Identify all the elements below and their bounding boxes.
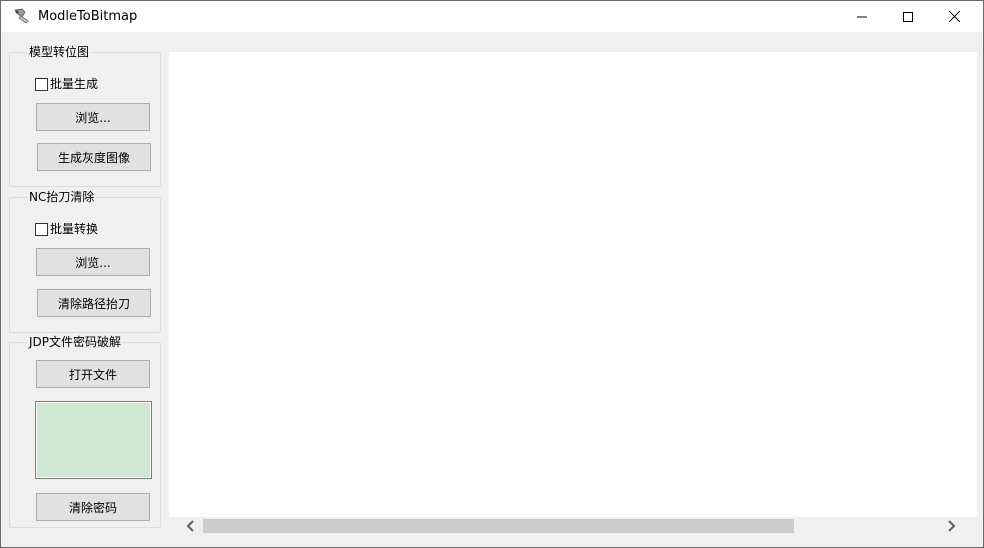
checkbox-label: 批量生成 xyxy=(50,77,99,91)
checkbox-box[interactable] xyxy=(35,222,48,236)
scroll-thumb[interactable] xyxy=(203,519,794,533)
clear-path-lift-button[interactable]: 清除路径抬刀 xyxy=(37,289,151,317)
app-icon xyxy=(13,8,31,24)
batch-generate-checkbox[interactable]: 批量生成 xyxy=(35,76,98,92)
scroll-left-button[interactable] xyxy=(181,517,199,535)
title-bar[interactable]: ModleToBitmap xyxy=(1,1,983,32)
minimize-button[interactable] xyxy=(839,1,885,32)
generate-grayscale-button[interactable]: 生成灰度图像 xyxy=(37,143,151,171)
close-button[interactable] xyxy=(931,1,977,32)
batch-convert-checkbox[interactable]: 批量转换 xyxy=(35,221,98,237)
clear-password-button[interactable]: 清除密码 xyxy=(36,493,150,521)
horizontal-scrollbar[interactable] xyxy=(169,517,977,535)
maximize-button[interactable] xyxy=(885,1,931,32)
checkbox-label: 批量转换 xyxy=(50,222,99,236)
nc-cleanup-group: NC抬刀清除 批量转换 浏览... 清除路径抬刀 xyxy=(9,189,161,333)
group-title: NC抬刀清除 xyxy=(27,189,97,205)
group-title: JDP文件密码破解 xyxy=(27,334,124,350)
scroll-right-button[interactable] xyxy=(943,517,961,535)
group-title: 模型转位图 xyxy=(27,44,92,60)
window-title: ModleToBitmap xyxy=(38,9,138,24)
app-window: ModleToBitmap 模型转位图 批量生成 浏览... 生成灰度图像 NC… xyxy=(0,0,984,548)
chevron-right-icon xyxy=(948,520,956,532)
jdp-crack-group: JDP文件密码破解 打开文件 清除密码 xyxy=(9,334,161,528)
password-output-box[interactable] xyxy=(35,401,152,479)
browse-button[interactable]: 浏览... xyxy=(36,248,150,276)
preview-canvas[interactable] xyxy=(169,52,977,519)
client-area: 模型转位图 批量生成 浏览... 生成灰度图像 NC抬刀清除 批量转换 浏览..… xyxy=(1,32,983,547)
browse-button[interactable]: 浏览... xyxy=(36,103,150,131)
checkbox-box[interactable] xyxy=(35,77,48,91)
chevron-left-icon xyxy=(186,520,194,532)
maximize-icon xyxy=(903,11,913,22)
close-icon xyxy=(948,11,960,22)
minimize-icon xyxy=(857,16,867,17)
model-to-bitmap-group: 模型转位图 批量生成 浏览... 生成灰度图像 xyxy=(9,44,161,187)
open-file-button[interactable]: 打开文件 xyxy=(36,360,150,388)
